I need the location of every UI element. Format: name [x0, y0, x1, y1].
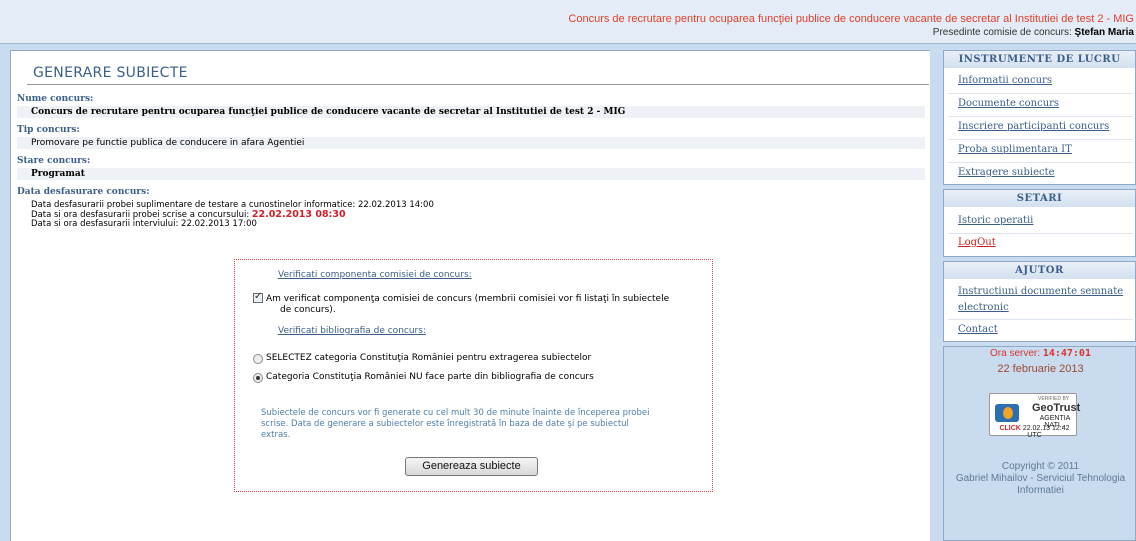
committee-verified-checkbox[interactable] — [253, 291, 263, 303]
divider — [948, 162, 1133, 163]
generate-form: Verificati componenta comisiei de concur… — [234, 259, 713, 492]
divider — [948, 116, 1133, 117]
server-time-label: Ora server: — [990, 348, 1041, 359]
radio-exclude-constitution-label: Categoria Constituţia României NU face p… — [266, 372, 594, 382]
committee-checkbox-label: Am verificat componenţa comisiei de conc… — [266, 294, 706, 316]
sidebar-item-subject-extraction[interactable]: Extragere subiecte — [958, 167, 1055, 178]
tools-panel-title: INSTRUMENTE DE LUCRU — [944, 51, 1135, 68]
divider — [948, 93, 1133, 94]
sidebar-item-logout[interactable]: LogOut — [958, 237, 996, 248]
copyright-line-1: Copyright © 2011 — [1001, 461, 1080, 472]
tools-panel: INSTRUMENTE DE LUCRU Informatii concurs … — [943, 50, 1136, 185]
info-line-2: scrise. Data de generare a subiectelor e… — [261, 419, 629, 429]
info-line-3: extras. — [261, 430, 291, 440]
page-title: GENERARE SUBIECTE — [33, 65, 188, 81]
radio-exclude-constitution[interactable] — [253, 373, 263, 383]
geotrust-click: CLICK — [999, 425, 1021, 432]
sidebar-item-contest-documents[interactable]: Documente concurs — [958, 98, 1059, 109]
sidebar-item-signed-docs-help[interactable]: Instructiuni documente semnate — [958, 286, 1123, 297]
help-panel-title: AJUTOR — [944, 262, 1135, 279]
date-line-interview: Data si ora desfasurarii interviului: 22… — [31, 219, 257, 229]
geotrust-logo-icon — [995, 404, 1019, 422]
settings-panel-title: SETARI — [944, 190, 1135, 207]
geotrust-timestamp-value: 22.02.13 12:42 UTC — [1022, 425, 1070, 439]
main-panel: GENERARE SUBIECTE Nume concurs: Concurs … — [10, 50, 930, 541]
divider — [948, 319, 1133, 320]
contest-status-value: Programat — [17, 168, 925, 180]
help-panel: AJUTOR Instructiuni documente semnate el… — [943, 261, 1136, 342]
verify-committee-link[interactable]: Verificati componenta comisiei de concur… — [278, 270, 472, 280]
radio-select-constitution[interactable] — [253, 354, 263, 364]
geotrust-brand: GeoTrust — [1032, 402, 1081, 414]
title-divider — [27, 84, 929, 85]
sidebar-item-contact[interactable]: Contact — [958, 324, 998, 335]
sidebar-item-participant-registration[interactable]: Inscriere participanti concurs — [958, 121, 1109, 132]
contest-name-label: Nume concurs: — [17, 94, 94, 104]
president-label: Presedinte comisie de concurs: — [932, 27, 1072, 38]
committee-checkbox-label-line1: Am verificat componenţa comisiei de conc… — [266, 294, 670, 304]
contest-date-label: Data desfasurare concurs: — [17, 187, 150, 197]
server-time: Ora server: 14:47:01 — [944, 348, 1136, 359]
server-date: 22 februarie 2013 — [997, 363, 1084, 375]
geotrust-seal[interactable]: VERIFIED BY GeoTrust AGENTIA NATI... CLI… — [989, 393, 1081, 439]
copyright-line-3: Informatiei — [1017, 485, 1064, 496]
contest-title-header: Concurs de recrutare pentru ocuparea fun… — [568, 13, 1134, 25]
president-name: Ştefan Maria — [1074, 27, 1134, 38]
divider — [948, 233, 1133, 234]
server-info-panel: Ora server: 14:47:01 22 februarie 2013 V… — [943, 346, 1136, 541]
contest-name-value: Concurs de recrutare pentru ocuparea fun… — [17, 106, 925, 118]
copyright-line-2: Gabriel Mihailov - Serviciul Tehnologia — [955, 473, 1126, 484]
server-time-value: 14:47:01 — [1042, 348, 1091, 359]
sidebar-item-signed-docs-help-cont[interactable]: electronic — [958, 302, 1009, 313]
contest-type-value: Promovare pe functie publica de conducer… — [17, 137, 925, 149]
info-line-1: Subiectele de concurs vor fi generate cu… — [261, 408, 650, 418]
geotrust-timestamp: CLICK 22.02.13 12:42 UTC — [993, 425, 1076, 439]
generate-subjects-button[interactable]: Genereaza subiecte — [405, 457, 538, 476]
sidebar-item-operation-history[interactable]: Istoric operatii — [958, 215, 1033, 226]
committee-checkbox-label-line2: de concurs). — [280, 305, 336, 315]
president-line: Presedinte comisie de concurs: Ştefan Ma… — [933, 27, 1134, 38]
copyright: Copyright © 2011 Gabriel Mihailov - Serv… — [944, 461, 1136, 497]
verify-bibliography-link[interactable]: Verificati bibliografia de concurs: — [278, 326, 426, 336]
date-line-it-test: Data desfasurarii probei suplimentare de… — [31, 200, 434, 210]
sidebar-gap — [930, 50, 938, 541]
contest-type-label: Tip concurs: — [17, 125, 80, 135]
sidebar-item-it-test[interactable]: Proba suplimentara IT — [958, 144, 1072, 155]
contest-status-label: Stare concurs: — [17, 156, 91, 166]
top-header: Concurs de recrutare pentru ocuparea fun… — [0, 0, 1136, 44]
radio-select-constitution-label: SELECTEZ categoria Constituţia României … — [266, 353, 592, 363]
date-written-value: 22.02.2013 08:30 — [251, 209, 346, 220]
settings-panel: SETARI Istoric operatii LogOut — [943, 189, 1136, 257]
divider — [948, 139, 1133, 140]
sidebar-item-contest-info[interactable]: Informatii concurs — [958, 75, 1052, 86]
